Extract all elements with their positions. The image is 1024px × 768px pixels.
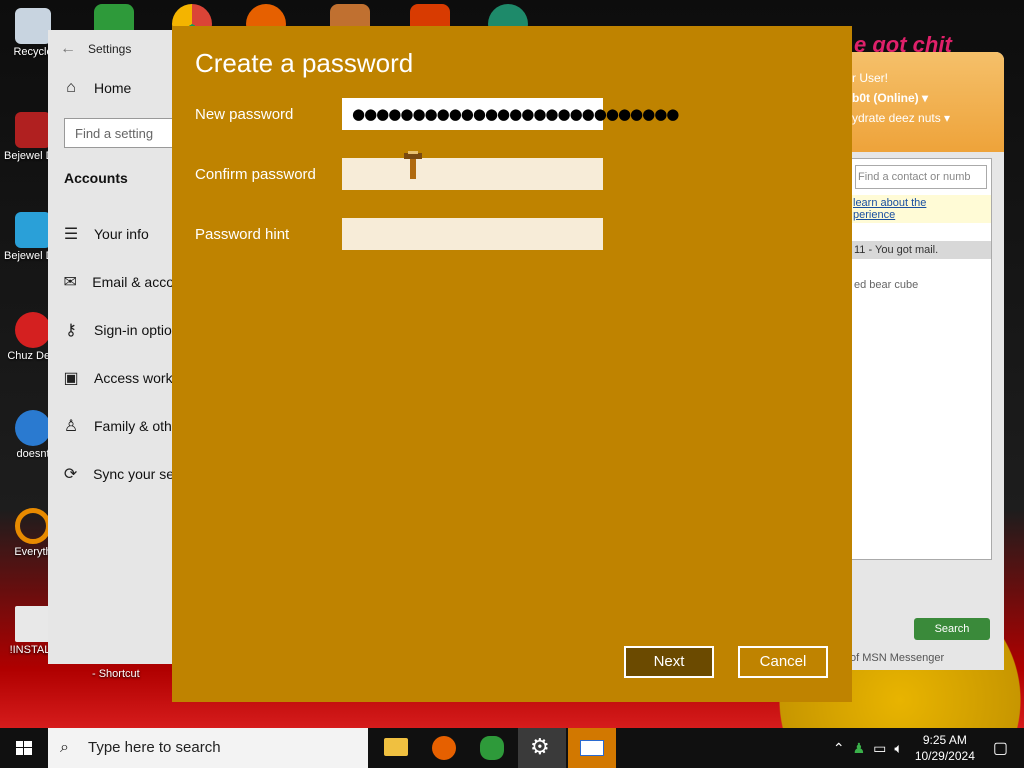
taskbar-file-explorer[interactable] xyxy=(372,728,420,768)
nav-your-info[interactable]: ☰ Your info xyxy=(48,210,174,258)
password-hint-label: Password hint xyxy=(195,226,290,243)
system-tray: ⌃ ♟ ▭ 🔈︎ 9:25 AM 10/29/2024 ▢ xyxy=(829,728,1024,768)
messenger-icon xyxy=(480,736,504,760)
search-icon xyxy=(15,508,51,544)
taskbar: ⌕ Type here to search ⚙ ⌃ ♟ ▭ 🔈︎ 9:25 AM… xyxy=(0,728,1024,768)
cancel-button[interactable]: Cancel xyxy=(738,646,828,678)
nav-sign-in-options[interactable]: ⚷ Sign-in optio xyxy=(48,306,174,354)
new-password-label: New password xyxy=(195,106,294,123)
messenger-status[interactable]: b0t (Online) ▾ xyxy=(852,88,1004,108)
nav-family[interactable]: ♙ Family & oth xyxy=(48,402,174,450)
document-icon xyxy=(15,606,51,642)
briefcase-icon: ▣ xyxy=(63,370,79,387)
start-button[interactable] xyxy=(0,728,48,768)
firefox-icon xyxy=(432,736,456,760)
sync-icon: ⟳ xyxy=(63,466,78,483)
messenger-search-button[interactable]: Search xyxy=(914,618,990,640)
bejeweled-icon xyxy=(15,112,51,148)
shortcut-label: - Shortcut xyxy=(92,668,140,680)
chevron-up-icon[interactable]: ⌃ xyxy=(833,740,845,757)
confirm-password-label: Confirm password xyxy=(195,166,316,183)
find-contact-input[interactable]: Find a contact or numb xyxy=(855,165,987,189)
settings-window: ← Settings ⌂ Home Find a setting Account… xyxy=(48,30,204,664)
chuzzle-icon xyxy=(15,312,51,348)
contact-item[interactable]: ed bear cube xyxy=(851,279,991,291)
nav-email-accounts[interactable]: ✉ Email & acco xyxy=(48,258,174,306)
folder-icon xyxy=(384,738,408,756)
recycle-bin-icon xyxy=(15,8,51,44)
network-icon[interactable]: ▭ xyxy=(873,740,886,757)
window-icon xyxy=(580,740,604,756)
taskbar-account-dialog[interactable] xyxy=(568,728,616,768)
new-password-input[interactable]: ●●●●●●●●●●●●●●●●●●●●●●●●●●● xyxy=(342,98,679,130)
password-hint-input[interactable] xyxy=(342,218,603,250)
next-button[interactable]: Next xyxy=(624,646,714,678)
home-icon: ⌂ xyxy=(66,79,76,96)
windows-logo-icon xyxy=(16,741,32,755)
taskbar-search[interactable]: ⌕ Type here to search xyxy=(48,728,368,768)
mouse-cursor-icon xyxy=(404,151,422,179)
settings-title: Settings xyxy=(88,42,132,56)
mail-icon: ✉ xyxy=(63,274,77,291)
nav-access-work[interactable]: ▣ Access work xyxy=(48,354,174,402)
create-password-dialog: Create a password New password ●●●●●●●●●… xyxy=(172,26,852,702)
taskbar-messenger[interactable] xyxy=(468,728,516,768)
search-icon: ⌕ xyxy=(60,739,69,756)
section-heading: Accounts xyxy=(64,170,128,186)
notifications-icon[interactable]: ▢ xyxy=(993,738,1008,758)
gear-icon: ⚙ xyxy=(530,734,550,759)
person-card-icon: ☰ xyxy=(63,226,79,243)
taskbar-settings[interactable]: ⚙ xyxy=(518,728,566,768)
messenger-user: r User! xyxy=(852,71,888,85)
dialog-title: Create a password xyxy=(195,48,414,78)
nav-home[interactable]: ⌂ Home xyxy=(48,68,174,108)
messenger-footer: of MSN Messenger xyxy=(850,652,945,664)
globe-icon xyxy=(15,410,51,446)
taskbar-firefox[interactable] xyxy=(420,728,468,768)
info-link[interactable]: learn about the perience xyxy=(851,195,991,223)
confirm-password-input[interactable] xyxy=(342,158,603,190)
volume-icon[interactable]: 🔈︎ xyxy=(894,740,902,757)
messenger-personal-message[interactable]: ydrate deez nuts ▾ xyxy=(852,108,1004,128)
diamond-icon xyxy=(15,212,51,248)
nav-sync[interactable]: ⟳ Sync your se xyxy=(48,450,174,498)
key-icon: ⚷ xyxy=(65,322,77,339)
contact-list: Find a contact or numb learn about the p… xyxy=(850,158,992,560)
clock[interactable]: 9:25 AM 10/29/2024 xyxy=(915,732,975,764)
people-icon: ♙ xyxy=(63,418,79,435)
messenger-window: r User! b0t (Online) ▾ ydrate deez nuts … xyxy=(850,52,1004,670)
back-arrow-icon[interactable]: ← xyxy=(48,40,88,58)
mail-notice[interactable]: 11 - You got mail. xyxy=(851,241,991,259)
messenger-tray-icon[interactable]: ♟ xyxy=(853,740,866,757)
